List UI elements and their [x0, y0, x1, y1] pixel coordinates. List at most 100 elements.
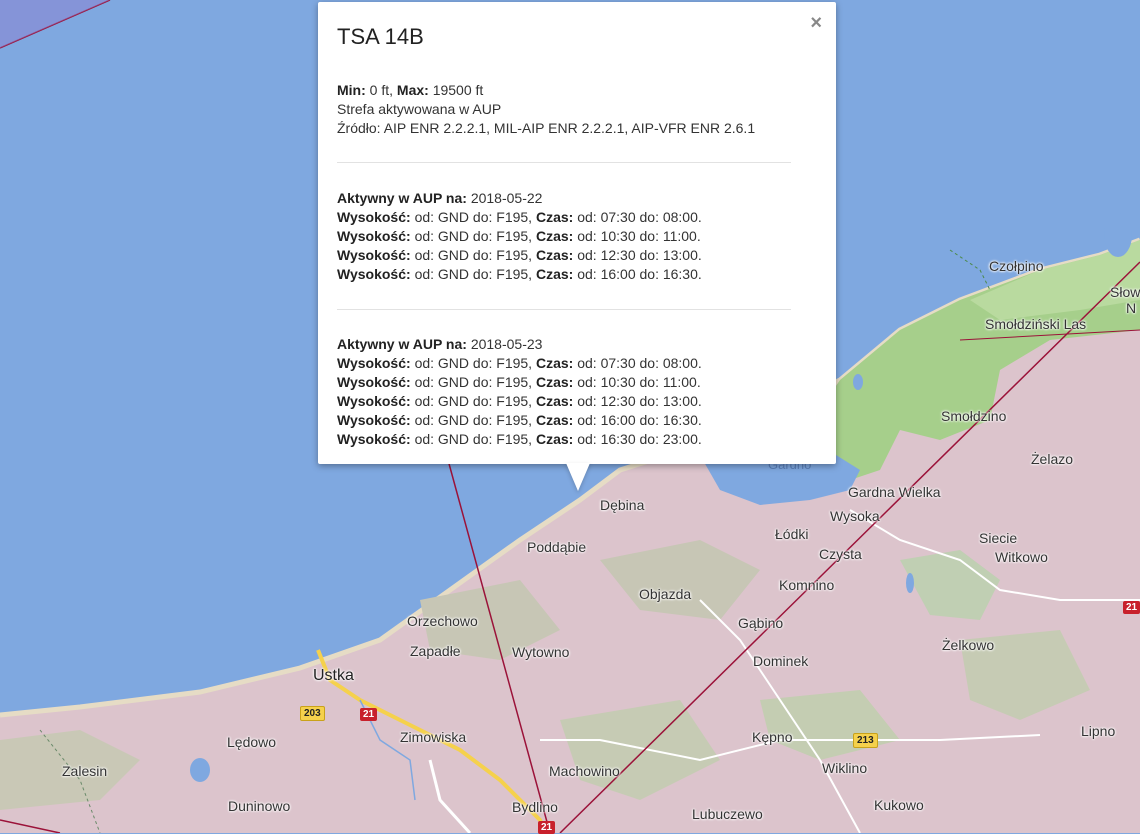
schedule-row: Wysokość: od: GND do: F195, Czas: od: 16… — [337, 411, 702, 430]
place-label: Poddąbie — [527, 539, 587, 555]
time-label: Czas: — [535, 355, 574, 371]
road-shield: 21 — [360, 708, 378, 721]
altitude-label: Wysokość: — [337, 228, 411, 244]
place-label: Wiklino — [822, 760, 868, 776]
place-label: Żelazo — [1031, 451, 1074, 467]
min-value: 0 ft, — [369, 82, 394, 98]
schedule-row: Wysokość: od: GND do: F195, Czas: od: 10… — [337, 373, 701, 392]
schedule-row: Wysokość: od: GND do: F195, Czas: od: 07… — [337, 208, 702, 227]
time-value: od: 16:30 do: 23:00. — [577, 431, 702, 447]
altitude-value: od: GND do: F195, — [414, 393, 533, 409]
place-label: Zapadłe — [410, 643, 461, 659]
place-label: Dębina — [600, 497, 645, 513]
place-label: N — [1126, 300, 1137, 316]
place-label: Komnino — [779, 577, 835, 593]
altitude-label: Wysokość: — [337, 393, 411, 409]
altitude-label: Wysokość: — [337, 355, 411, 371]
divider — [337, 162, 791, 163]
place-label: Lipno — [1081, 723, 1116, 739]
place-label: Zalesin — [62, 763, 108, 779]
active-label: Aktywny w AUP na: — [337, 190, 467, 206]
place-label: Lubuczewo — [692, 806, 763, 822]
altitude-value: od: GND do: F195, — [414, 412, 533, 428]
road-shield: 213 — [853, 733, 878, 748]
max-label: Max: — [396, 82, 429, 98]
altitude-value: od: GND do: F195, — [414, 355, 533, 371]
max-value: 19500 ft — [432, 82, 484, 98]
active-date: 2018-05-22 — [470, 190, 543, 206]
active-day-header: Aktywny w AUP na: 2018-05-22 — [337, 189, 542, 208]
active-day-header: Aktywny w AUP na: 2018-05-23 — [337, 335, 542, 354]
active-label: Aktywny w AUP na: — [337, 336, 467, 352]
place-label: Gąbino — [738, 615, 784, 631]
time-value: od: 16:00 do: 16:30. — [577, 266, 702, 282]
road-shield: 21 — [1123, 601, 1140, 614]
source-text: Źródło: AIP ENR 2.2.2.1, MIL-AIP ENR 2.2… — [337, 120, 756, 136]
altitude-value: od: GND do: F195, — [414, 247, 533, 263]
altitude-label: Wysokość: — [337, 209, 411, 225]
place-label: Gardna Wielka — [848, 484, 941, 500]
place-label: Żelkowo — [942, 637, 995, 653]
time-label: Czas: — [535, 209, 574, 225]
place-label: Objazda — [639, 586, 692, 602]
time-label: Czas: — [535, 431, 574, 447]
place-label: Orzechowo — [407, 613, 478, 629]
time-label: Czas: — [535, 228, 574, 244]
time-value: od: 12:30 do: 13:00. — [577, 393, 702, 409]
time-label: Czas: — [535, 247, 574, 263]
altitude-value: od: GND do: F195, — [414, 431, 533, 447]
altitude-value: od: GND do: F195, — [414, 228, 533, 244]
place-label: Wytowno — [512, 644, 570, 660]
time-value: od: 12:30 do: 13:00. — [577, 247, 702, 263]
time-value: od: 10:30 do: 11:00. — [577, 374, 701, 390]
time-value: od: 07:30 do: 08:00. — [577, 355, 702, 371]
activation-note: Strefa aktywowana w AUP — [337, 101, 502, 117]
altitude-label: Wysokość: — [337, 247, 411, 263]
altitude-label: Wysokość: — [337, 431, 411, 447]
time-label: Czas: — [535, 393, 574, 409]
place-label: Ustka — [313, 667, 354, 684]
road-shield: 21 — [538, 821, 556, 834]
place-label: Łódki — [775, 526, 809, 542]
min-label: Min: — [337, 82, 366, 98]
schedule-row: Wysokość: od: GND do: F195, Czas: od: 12… — [337, 392, 702, 411]
place-label: Słow — [1110, 284, 1140, 300]
place-label: Witkowo — [995, 549, 1048, 565]
time-label: Czas: — [535, 266, 574, 282]
altitude-label: Wysokość: — [337, 374, 411, 390]
time-value: od: 16:00 do: 16:30. — [577, 412, 702, 428]
place-label: Siecie — [979, 530, 1018, 546]
place-label: Bydlino — [512, 799, 558, 815]
place-label: Kukowo — [874, 797, 924, 813]
close-icon[interactable]: × — [810, 12, 822, 35]
schedule-row: Wysokość: od: GND do: F195, Czas: od: 10… — [337, 227, 701, 246]
schedule-row: Wysokość: od: GND do: F195, Czas: od: 07… — [337, 354, 702, 373]
place-label: Smołdziński Las — [985, 316, 1087, 332]
place-label: Dominek — [753, 653, 809, 669]
place-label: Wysoka — [830, 508, 880, 524]
altitude-value: od: GND do: F195, — [414, 209, 533, 225]
place-label: Machowino — [549, 763, 620, 779]
place-label: Czysta — [819, 546, 862, 562]
time-value: od: 10:30 do: 11:00. — [577, 228, 701, 244]
place-label: Zimowiska — [400, 729, 467, 745]
altitude-label: Wysokość: — [337, 412, 411, 428]
altitude-value: od: GND do: F195, — [414, 266, 533, 282]
schedule-row: Wysokość: od: GND do: F195, Czas: od: 12… — [337, 246, 702, 265]
popup-pointer — [566, 463, 590, 491]
road-shield: 203 — [300, 706, 325, 721]
place-label: Smołdzino — [941, 408, 1007, 424]
active-date: 2018-05-23 — [470, 336, 543, 352]
place-label: Duninowo — [228, 798, 291, 814]
altitude-value: od: GND do: F195, — [414, 374, 533, 390]
altitude-limits: Min: 0 ft, Max: 19500 ft — [337, 81, 483, 100]
place-label: Czołpino — [989, 258, 1044, 274]
place-label: Lędowo — [227, 734, 277, 750]
place-label: Kępno — [752, 729, 793, 745]
time-label: Czas: — [535, 412, 574, 428]
time-value: od: 07:30 do: 08:00. — [577, 209, 702, 225]
popup-title: TSA 14B — [337, 24, 424, 49]
time-label: Czas: — [535, 374, 574, 390]
altitude-label: Wysokość: — [337, 266, 411, 282]
airspace-info-popup: × TSA 14B Min: 0 ft, Max: 19500 ft Stref… — [318, 2, 836, 464]
